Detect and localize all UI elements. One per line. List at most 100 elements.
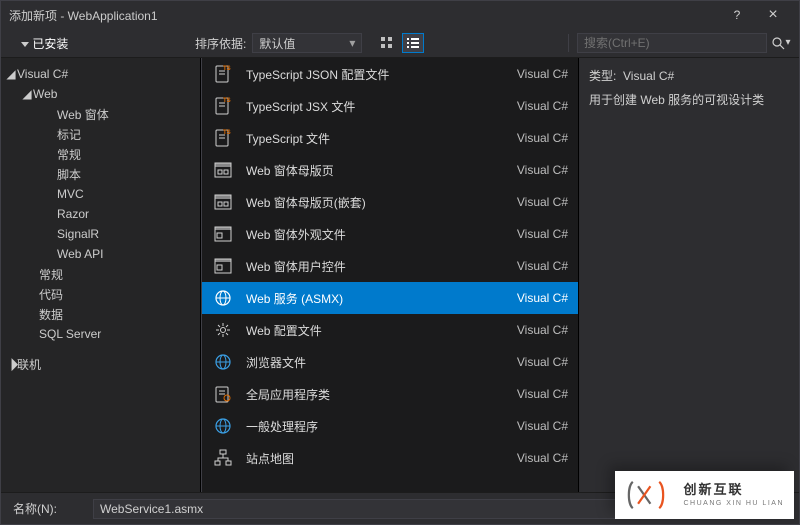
template-item-name: Web 服务 (ASMX) — [246, 290, 505, 307]
template-item-name: TypeScript JSON 配置文件 — [246, 66, 505, 83]
svg-text:TS: TS — [223, 66, 231, 72]
template-item-lang: Visual C# — [517, 419, 568, 433]
watermark-subtext: CHUANG XIN HU LIAN — [683, 499, 784, 509]
tree-node-razor[interactable]: Razor — [1, 204, 200, 224]
list-view-button[interactable] — [402, 33, 424, 53]
window-title: 添加新项 - WebApplication1 — [9, 7, 719, 24]
category-tree: ◢Visual C# ◢Web Web 窗体 标记 常规 脚本 MVC Razo… — [1, 58, 201, 492]
search-icon — [771, 36, 785, 50]
view-mode-group — [376, 33, 424, 53]
template-item-lang: Visual C# — [517, 131, 568, 145]
search-button[interactable]: ▾ — [771, 33, 791, 53]
svg-text:TS: TS — [223, 98, 231, 104]
template-item[interactable]: Web 窗体用户控件 Visual C# — [202, 250, 578, 282]
template-item-lang: Visual C# — [517, 451, 568, 465]
tree-node-visual-csharp[interactable]: ◢Visual C# — [1, 64, 200, 84]
titlebar[interactable]: 添加新项 - WebApplication1 ? × — [1, 1, 799, 29]
template-item-lang: Visual C# — [517, 259, 568, 273]
expand-icon: ◢ — [5, 67, 17, 81]
watermark-logo — [615, 471, 677, 519]
template-item[interactable]: Web 窗体外观文件 Visual C# — [202, 218, 578, 250]
watermark: 创新互联 CHUANG XIN HU LIAN — [615, 471, 794, 519]
sort-by-dropdown[interactable]: 默认值 ▾ — [252, 33, 362, 53]
list-icon — [406, 36, 420, 50]
installed-label: 已安装 — [32, 37, 68, 51]
template-item[interactable]: Web 窗体母版页 Visual C# — [202, 154, 578, 186]
template-item-lang: Visual C# — [517, 355, 568, 369]
global-icon — [212, 383, 234, 405]
name-label: 名称(N): — [13, 500, 93, 517]
svg-text:TS: TS — [223, 130, 231, 136]
template-item-lang: Visual C# — [517, 291, 568, 305]
installed-tab[interactable]: 已安装 — [9, 35, 189, 52]
grid-icon — [380, 36, 394, 50]
template-item-lang: Visual C# — [517, 99, 568, 113]
template-item[interactable]: Web 配置文件 Visual C# — [202, 314, 578, 346]
template-item-lang: Visual C# — [517, 387, 568, 401]
dialog-body: ◢Visual C# ◢Web Web 窗体 标记 常规 脚本 MVC Razo… — [1, 58, 799, 492]
tree-node-markup[interactable]: 标记 — [1, 124, 200, 144]
template-item-name: 全局应用程序类 — [246, 386, 505, 403]
tree-node-general2[interactable]: 常规 — [1, 264, 200, 284]
master-icon — [212, 191, 234, 213]
globe3-icon — [212, 415, 234, 437]
tree-node-code[interactable]: 代码 — [1, 284, 200, 304]
template-item[interactable]: 一般处理程序 Visual C# — [202, 410, 578, 442]
watermark-text: 创新互联 — [683, 481, 784, 499]
tree-node-general[interactable]: 常规 — [1, 144, 200, 164]
tree-node-webapi[interactable]: Web API — [1, 244, 200, 264]
tree-node-online[interactable]: ◢联机 — [1, 354, 200, 374]
template-item-name: Web 窗体外观文件 — [246, 226, 505, 243]
template-item-name: 浏览器文件 — [246, 354, 505, 371]
skin-icon — [212, 223, 234, 245]
tree-node-sqlserver[interactable]: SQL Server — [1, 324, 200, 344]
toolbar: 已安装 排序依据: 默认值 ▾ ▾ — [1, 29, 799, 57]
details-panel: 类型: Visual C# 用于创建 Web 服务的可视设计类 — [579, 58, 799, 492]
template-item-lang: Visual C# — [517, 227, 568, 241]
tree-node-web-forms[interactable]: Web 窗体 — [1, 104, 200, 124]
tree-node-mvc[interactable]: MVC — [1, 184, 200, 204]
tree-node-data[interactable]: 数据 — [1, 304, 200, 324]
details-description: 用于创建 Web 服务的可视设计类 — [589, 90, 789, 110]
small-icons-button[interactable] — [376, 33, 398, 53]
template-item[interactable]: 站点地图 Visual C# — [202, 442, 578, 474]
search-input[interactable] — [584, 36, 760, 50]
globe-icon — [212, 287, 234, 309]
master-icon — [212, 159, 234, 181]
ts-icon: TS — [212, 127, 234, 149]
globe2-icon — [212, 351, 234, 373]
template-item-lang: Visual C# — [517, 323, 568, 337]
details-type: 类型: Visual C# — [589, 66, 789, 86]
usercontrol-icon — [212, 255, 234, 277]
tree-node-web[interactable]: ◢Web — [1, 84, 200, 104]
template-item[interactable]: 浏览器文件 Visual C# — [202, 346, 578, 378]
filename-value: WebService1.asmx — [100, 502, 203, 516]
tree-node-signalr[interactable]: SignalR — [1, 224, 200, 244]
ts-json-icon: TS — [212, 63, 234, 85]
template-item[interactable]: TS TypeScript JSON 配置文件 Visual C# — [202, 58, 578, 90]
search-area: ▾ — [430, 33, 791, 53]
template-item-name: Web 窗体母版页 — [246, 162, 505, 179]
template-item[interactable]: 全局应用程序类 Visual C# — [202, 378, 578, 410]
sort-by-value: 默认值 — [259, 35, 295, 52]
template-item-name: 一般处理程序 — [246, 418, 505, 435]
template-item-name: TypeScript 文件 — [246, 130, 505, 147]
sort-by-label: 排序依据: — [195, 35, 246, 52]
search-input-wrap[interactable] — [577, 33, 767, 53]
expand-icon: ◢ — [21, 87, 33, 101]
template-item[interactable]: TS TypeScript 文件 Visual C# — [202, 122, 578, 154]
template-list[interactable]: TS TypeScript JSON 配置文件 Visual C# TS Typ… — [201, 58, 579, 492]
template-item-lang: Visual C# — [517, 67, 568, 81]
tree-node-scripts[interactable]: 脚本 — [1, 164, 200, 184]
template-item[interactable]: Web 窗体母版页(嵌套) Visual C# — [202, 186, 578, 218]
template-item-name: Web 配置文件 — [246, 322, 505, 339]
close-button[interactable]: × — [755, 5, 791, 25]
template-item-name: 站点地图 — [246, 450, 505, 467]
template-item[interactable]: Web 服务 (ASMX) Visual C# — [202, 282, 578, 314]
ts-jsx-icon: TS — [212, 95, 234, 117]
template-item-name: Web 窗体母版页(嵌套) — [246, 194, 505, 211]
template-item[interactable]: TS TypeScript JSX 文件 Visual C# — [202, 90, 578, 122]
help-button[interactable]: ? — [719, 5, 755, 25]
template-item-lang: Visual C# — [517, 163, 568, 177]
template-item-name: TypeScript JSX 文件 — [246, 98, 505, 115]
